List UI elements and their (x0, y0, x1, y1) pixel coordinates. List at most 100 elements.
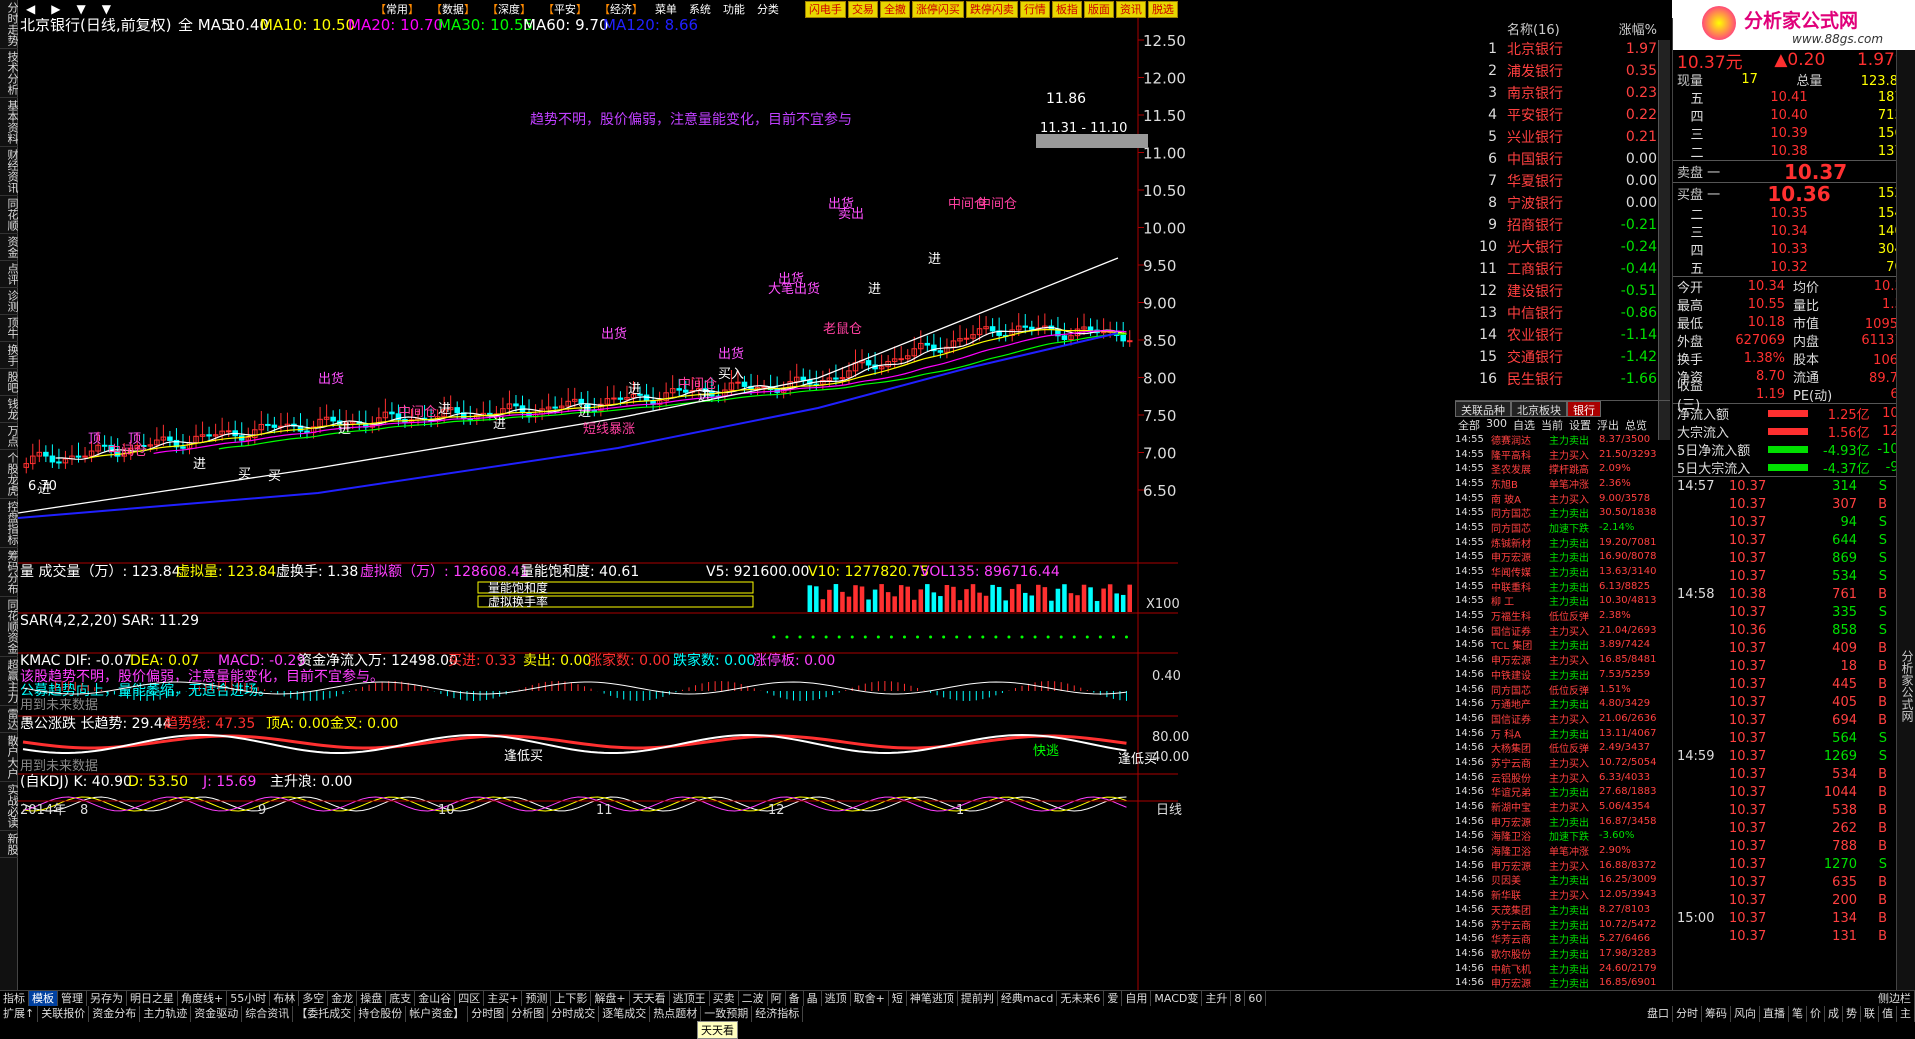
bottom2-right-6[interactable]: 价 (1807, 1006, 1825, 1022)
bottom-tab-29[interactable]: 提前判 (958, 991, 998, 1006)
bottom2-tab-5[interactable]: 综合资讯 (242, 1006, 294, 1022)
tick-row[interactable]: 14:55 炼铖新材 主力卖出 19.20/7081 (1455, 535, 1670, 550)
watchlist-row[interactable]: 12 建设银行 -0.51 (1475, 280, 1665, 302)
tick-row[interactable]: 14:56 同方国芯 低位反弹 1.51% (1455, 682, 1670, 697)
bottom2-tab-6[interactable]: 【委托成交 (293, 1006, 356, 1022)
leftbar-tab-15[interactable]: 筹码分布 (0, 548, 19, 597)
tick-row[interactable]: 14:55 德赛润达 主力卖出 8.37/3500 (1455, 432, 1670, 447)
watchlist-row[interactable]: 7 华夏银行 0.00 (1475, 170, 1665, 192)
related-sub-6[interactable]: 总览 (1625, 417, 1647, 432)
tick-row[interactable]: 14:55 中联重科 主力卖出 6.13/8825 (1455, 579, 1670, 594)
bottom-tab-27[interactable]: 短 (889, 991, 907, 1006)
bottom-tab-6[interactable]: 55小时 (227, 991, 271, 1006)
tick-row[interactable]: 14:56 华芳云商 主力卖出 5.27/6466 (1455, 931, 1670, 946)
bottom-tab-15[interactable]: 预测 (522, 991, 552, 1006)
watchlist-col-pct[interactable]: 涨幅% (1597, 19, 1657, 38)
leftbar-tab-13[interactable]: 个股龙虎 (0, 450, 19, 499)
bottom2-right-8[interactable]: 势 (1843, 1006, 1861, 1022)
tick-row[interactable]: 14:55 华闻传媒 主力卖出 13.63/3140 (1455, 564, 1670, 579)
bottom2-tab-13[interactable]: 热点题材 (650, 1006, 702, 1022)
bottom-tab-20[interactable]: 买卖 (710, 991, 739, 1006)
bottom-tab-30[interactable]: 经典macd (998, 991, 1058, 1006)
watchlist-row[interactable]: 11 工商银行 -0.44 (1475, 258, 1665, 280)
tool-button-3[interactable]: 涨停闪买 (911, 0, 964, 18)
bottom2-right-11[interactable]: 主 (1897, 1006, 1915, 1022)
tick-row[interactable]: 14:56 国信证券 主力买入 21.06/2636 (1455, 711, 1670, 726)
related-sub-3[interactable]: 当前 (1541, 417, 1563, 432)
leftbar-tab-9[interactable]: 换手 (0, 342, 19, 369)
bottom2-right-2[interactable]: 筹码 (1702, 1006, 1731, 1022)
bottom2-tab-15[interactable]: 经济指标 (752, 1006, 804, 1022)
leftbar-tab-3[interactable]: 财经资讯 (0, 147, 19, 196)
bottom2-tab-8[interactable]: 帐户资金】 (406, 1006, 469, 1022)
leftbar-tab-17[interactable]: 超赢主力 (0, 657, 19, 706)
bottom-tab-17[interactable]: 解盘+ (591, 991, 630, 1006)
leftbar-tab-11[interactable]: 钱龙 (0, 396, 19, 423)
bottom2-right-0[interactable]: 盘口 (1644, 1006, 1673, 1022)
bottom2-right-7[interactable]: 成 (1825, 1006, 1843, 1022)
bottom-tab-22[interactable]: 阿 (768, 991, 786, 1006)
watchlist-row[interactable]: 16 民生银行 -1.66 (1475, 368, 1665, 390)
bottom2-tab-11[interactable]: 分时成交 (548, 1006, 600, 1022)
related-sub-4[interactable]: 设置 (1569, 417, 1591, 432)
bottom-tab-18[interactable]: 天天看 (630, 991, 670, 1006)
tick-row[interactable]: 14:55 东旭B 单笔冲涨 2.36% (1455, 476, 1670, 491)
tick-row[interactable]: 14:56 万通地产 主力卖出 4.80/3429 (1455, 696, 1670, 711)
related-sub-1[interactable]: 300 (1486, 417, 1507, 432)
leftbar-tab-12[interactable]: 万点 (0, 423, 19, 450)
tool-button-8[interactable]: 资讯 (1115, 0, 1146, 18)
leftbar-tab-14[interactable]: 控盘指标 (0, 499, 19, 548)
watchlist-col-name[interactable]: 名称(16) (1507, 19, 1597, 38)
watchlist-row[interactable]: 4 平安银行 0.22 (1475, 104, 1665, 126)
tick-row[interactable]: 14:56 新华联 主力买入 12.05/3943 (1455, 887, 1670, 902)
bottom2-tab-1[interactable]: 关联报价 (38, 1006, 90, 1022)
bottom2-right-3[interactable]: 风向 (1731, 1006, 1760, 1022)
bottom2-tab-10[interactable]: 分析图 (508, 1006, 549, 1022)
tick-row[interactable]: 14:56 歌尔股份 主力卖出 17.98/3283 (1455, 946, 1670, 961)
bottom-tab-34[interactable]: MACD变 (1151, 991, 1203, 1006)
tick-row[interactable]: 14:56 申万宏源 主力买入 16.85/8481 (1455, 652, 1670, 667)
menu-function[interactable]: 功能 (717, 1, 751, 17)
bottom-tab-23[interactable]: 备 (786, 991, 804, 1006)
tick-row[interactable]: 14:55 万福生科 低位反弹 2.38% (1455, 608, 1670, 623)
menu-data[interactable]: 【数据】 (425, 1, 481, 17)
tick-row[interactable]: 14:56 海隆卫浴 单笔冲涨 2.90% (1455, 843, 1670, 858)
tick-row[interactable]: 14:56 华谊兄弟 主力卖出 27.68/1883 (1455, 785, 1670, 799)
leftbar-tab-2[interactable]: 基本资料 (0, 98, 19, 147)
menu-depth[interactable]: 【深度】 (481, 1, 537, 17)
related-tab-0[interactable]: 关联品种 (1455, 401, 1511, 417)
bottom-tab-31[interactable]: 无未来6 (1057, 991, 1105, 1006)
tick-row[interactable]: 14:56 苏宁云商 主力买入 10.72/5054 (1455, 755, 1670, 770)
leftbar-tab-0[interactable]: 分时走势 (0, 0, 19, 49)
menu-menu[interactable]: 菜单 (649, 1, 683, 17)
leftbar-tab-5[interactable]: 资金 (0, 234, 19, 261)
menu-economy[interactable]: 【经济】 (593, 1, 649, 17)
nav-down[interactable]: ▼ (68, 2, 93, 16)
leftbar-tab-21[interactable]: 新股 (0, 831, 19, 858)
bottom2-tab-4[interactable]: 资金驱动 (191, 1006, 243, 1022)
bottom-tab-21[interactable]: 二波 (739, 991, 768, 1006)
bottom2-right-10[interactable]: 值 (1879, 1006, 1897, 1022)
watchlist-row[interactable]: 15 交通银行 -1.42 (1475, 346, 1665, 368)
bottom-tab-8[interactable]: 多空 (299, 991, 329, 1006)
tick-row[interactable]: 14:55 同方国芯 加速下跌 -2.14% (1455, 520, 1670, 535)
watchlist-row[interactable]: 13 中信银行 -0.86 (1475, 302, 1665, 324)
bottom-tab-26[interactable]: 取舍+ (851, 991, 889, 1006)
tool-button-6[interactable]: 板指 (1051, 0, 1082, 18)
tick-row[interactable]: 14:55 同方国芯 主力卖出 30.50/1838 (1455, 505, 1670, 520)
tick-row[interactable]: 14:56 万 科A 主力卖出 13.11/4067 (1455, 726, 1670, 741)
bottom-tab-0[interactable]: 指标 (0, 991, 29, 1006)
tick-row[interactable]: 14:56 苏宁云商 主力卖出 10.72/5472 (1455, 917, 1670, 932)
bottom2-right-4[interactable]: 直播 (1760, 1006, 1789, 1022)
tick-row[interactable]: 14:56 申万宏源 主力卖出 16.87/3458 (1455, 814, 1670, 829)
nav-down2[interactable]: ▼ (94, 2, 119, 16)
bottom-tab-3[interactable]: 另存为 (87, 991, 127, 1006)
tick-row[interactable]: 14:56 天茂集团 主力卖出 8.27/8103 (1455, 902, 1670, 917)
tool-button-0[interactable]: 闪电手 (804, 0, 846, 18)
watchlist-row[interactable]: 8 宁波银行 0.00 (1475, 192, 1665, 214)
tick-row[interactable]: 14:56 中铁建设 主力卖出 7.53/5259 (1455, 667, 1670, 682)
watchlist-row[interactable]: 2 浦发银行 0.35 (1475, 60, 1665, 82)
bottom-tab-12[interactable]: 金山谷 (415, 991, 456, 1006)
leftbar-tab-7[interactable]: 诊测 (0, 288, 19, 315)
tool-button-9[interactable]: 脱选 (1147, 0, 1178, 18)
